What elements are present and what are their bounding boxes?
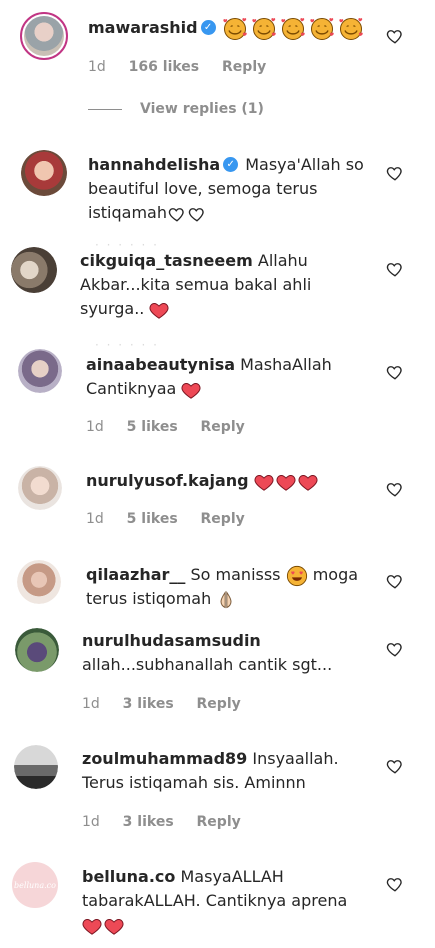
- avatar[interactable]: belluna.co: [12, 862, 58, 908]
- like-heart-icon[interactable]: [386, 260, 404, 278]
- username[interactable]: belluna.co: [82, 867, 175, 886]
- like-heart-icon[interactable]: [386, 875, 404, 893]
- avatar[interactable]: [17, 560, 61, 604]
- reply-button[interactable]: Reply: [201, 419, 245, 435]
- smiling-face-with-hearts-icon: [339, 17, 363, 41]
- avatar[interactable]: [21, 150, 67, 196]
- like-heart-icon[interactable]: [386, 363, 404, 381]
- praying-hands-icon: [216, 590, 236, 610]
- likes-count[interactable]: 3 likes: [123, 814, 174, 830]
- avatar[interactable]: [20, 12, 68, 60]
- comment-body: zoulmuhammad89 Insyaallah. Terus istiqam…: [82, 747, 377, 795]
- comment-body: hannahdelisha ✓ Masya'Allah so beautiful …: [88, 153, 373, 225]
- comment-body: cikguiqa_tasneeem Allahu Akbar...kita se…: [80, 249, 370, 321]
- avatar[interactable]: [18, 466, 62, 510]
- username[interactable]: hannahdelisha: [88, 155, 220, 174]
- comment-time: 1d: [82, 814, 100, 830]
- comment-meta: 1d 3 likes Reply: [82, 814, 259, 830]
- smiling-face-with-hearts-icon: [252, 17, 276, 41]
- comment-text: allah...subhanallah cantik sgt...: [82, 655, 333, 674]
- red-heart-icon: [298, 473, 318, 491]
- like-heart-icon[interactable]: [386, 27, 404, 45]
- heart-eyes-emoji-icon: [286, 565, 308, 587]
- avatar[interactable]: [15, 628, 59, 672]
- username[interactable]: mawarashid: [88, 18, 198, 37]
- verified-badge-icon: ✓: [223, 156, 239, 172]
- username[interactable]: nurulhudasamsudin: [82, 631, 261, 650]
- likes-count[interactable]: 166 likes: [129, 59, 199, 75]
- scroll-artifact: · · · · · ·: [95, 338, 159, 352]
- red-heart-icon: [149, 301, 169, 319]
- smiling-face-with-hearts-icon: [223, 17, 247, 41]
- divider: [88, 108, 122, 110]
- comment-meta: 1d 5 likes Reply: [86, 511, 263, 527]
- comment-body: nurulyusof.kajang: [86, 469, 376, 493]
- like-heart-icon[interactable]: [386, 164, 404, 182]
- comment-time: 1d: [88, 59, 106, 75]
- red-heart-icon: [276, 473, 296, 491]
- comment-body: belluna.co MasyaALLAH tabarakALLAH. Cant…: [82, 865, 377, 937]
- view-replies-button[interactable]: View replies (1): [88, 101, 264, 117]
- reply-button[interactable]: Reply: [222, 59, 266, 75]
- reply-button[interactable]: Reply: [201, 511, 245, 527]
- smiling-face-with-hearts-icon: [310, 17, 334, 41]
- white-heart-icon: [167, 205, 187, 223]
- red-heart-icon: [82, 917, 102, 935]
- comment-time: 1d: [82, 696, 100, 712]
- white-heart-icon: [187, 205, 207, 223]
- avatar[interactable]: [18, 349, 62, 393]
- like-heart-icon[interactable]: [386, 572, 404, 590]
- username[interactable]: ainaabeautynisa: [86, 355, 235, 374]
- avatar[interactable]: [14, 745, 58, 789]
- comment-body: qilaazhar__ So manisss moga terus istiqo…: [86, 563, 376, 611]
- comment-body: nurulhudasamsudin allah...subhanallah ca…: [82, 629, 377, 677]
- comment-time: 1d: [86, 419, 104, 435]
- avatar-logo-text: belluna.co: [14, 880, 56, 890]
- comment-meta: 1d 5 likes Reply: [86, 419, 263, 435]
- username[interactable]: nurulyusof.kajang: [86, 471, 249, 490]
- red-heart-icon: [181, 381, 201, 399]
- comment-time: 1d: [86, 511, 104, 527]
- comment-body: mawarashid ✓: [88, 16, 378, 41]
- red-heart-icon: [104, 917, 124, 935]
- view-replies-label[interactable]: View replies (1): [140, 101, 264, 117]
- like-heart-icon[interactable]: [386, 480, 404, 498]
- avatar[interactable]: [11, 247, 57, 293]
- likes-count[interactable]: 3 likes: [123, 696, 174, 712]
- username[interactable]: cikguiqa_tasneeem: [80, 251, 253, 270]
- reply-button[interactable]: Reply: [197, 814, 241, 830]
- username[interactable]: qilaazhar__: [86, 565, 185, 584]
- comment-meta: 1d 3 likes Reply: [82, 696, 259, 712]
- like-heart-icon[interactable]: [386, 757, 404, 775]
- username[interactable]: zoulmuhammad89: [82, 749, 247, 768]
- like-heart-icon[interactable]: [386, 640, 404, 658]
- comment-text: So manisss: [190, 565, 281, 584]
- red-heart-icon: [254, 473, 274, 491]
- smiling-face-with-hearts-icon: [281, 17, 305, 41]
- likes-count[interactable]: 5 likes: [127, 419, 178, 435]
- reply-button[interactable]: Reply: [197, 696, 241, 712]
- likes-count[interactable]: 5 likes: [127, 511, 178, 527]
- comment-body: ainaabeautynisa MashaAllah Cantiknyaa: [86, 353, 376, 401]
- comment-meta: 1d 166 likes Reply: [88, 59, 284, 75]
- verified-badge-icon: ✓: [200, 19, 216, 35]
